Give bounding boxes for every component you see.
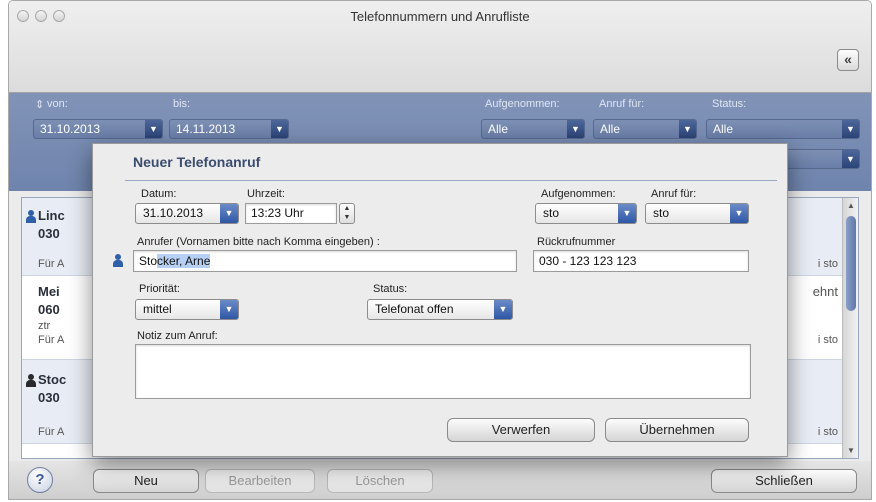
edit-button[interactable]: Bearbeiten (205, 469, 315, 493)
datum-select[interactable]: 31.10.2013 ▼ (135, 203, 239, 224)
delete-button[interactable]: Löschen (327, 469, 433, 493)
call-for: Für A (38, 258, 65, 270)
bottom-toolbar: ? Neu Bearbeiten Löschen Schließen (9, 461, 871, 499)
uhrzeit-field[interactable]: 13:23 Uhr (245, 203, 337, 224)
chevron-down-icon: ▼ (842, 150, 859, 168)
chevron-down-icon: ▼ (842, 120, 859, 138)
scroll-down-icon[interactable]: ▼ (847, 446, 855, 455)
anruf-fuer-filter-select[interactable]: Alle ▼ (593, 119, 697, 139)
call-for: Für A (38, 426, 65, 438)
notiz-textarea[interactable] (135, 344, 751, 399)
scroll-thumb[interactable] (846, 216, 856, 311)
chevron-down-icon: ▼ (220, 300, 238, 319)
person-icon (113, 254, 123, 267)
call-taken-by: i sto (817, 258, 838, 270)
von-label: von: (47, 98, 68, 110)
aufgenommen-select[interactable]: sto ▼ (535, 203, 637, 224)
notiz-label: Notiz zum Anruf: (137, 330, 218, 342)
chevron-down-icon: ▼ (271, 120, 288, 138)
caller-name: Stoc (38, 372, 67, 387)
aufgenommen-filter-label: Aufgenommen: (485, 98, 560, 110)
caller-phone: 030 (38, 390, 60, 405)
status-filter-value: Alle (713, 122, 734, 136)
anruf-fuer-value: sto (653, 206, 670, 220)
prioritaet-value: mittel (143, 302, 172, 316)
aufgenommen-label: Aufgenommen: (541, 188, 616, 200)
von-date-select[interactable]: 31.10.2013 ▼ (33, 119, 163, 139)
status-select[interactable]: Telefonat offen ▼ (367, 299, 513, 320)
aufgenommen-filter-select[interactable]: Alle ▼ (481, 119, 585, 139)
close-button[interactable]: Schließen (711, 469, 857, 493)
person-icon (26, 210, 36, 223)
chevron-down-icon: ▼ (730, 204, 748, 223)
rueckruf-value: 030 - 123 123 123 (539, 254, 637, 268)
uhrzeit-stepper[interactable]: ▲ ▼ (339, 203, 355, 224)
chevron-down-icon: ▼ (220, 204, 238, 223)
chevron-down-icon: ▼ (567, 120, 584, 138)
chevron-down-icon: ▼ (679, 120, 696, 138)
anruf-fuer-filter-value: Alle (600, 122, 621, 136)
caller-name: Mei (38, 284, 60, 299)
title-bar: Telefonnummern und Anrufliste « (9, 1, 871, 93)
status-label: Status: (373, 283, 408, 295)
rueckruf-label: Rückrufnummer (537, 236, 616, 248)
help-button[interactable]: ? (27, 467, 53, 493)
chevron-down-icon: ▼ (494, 300, 512, 319)
datum-value: 31.10.2013 (143, 206, 204, 220)
status-filter-label: Status: (712, 98, 747, 110)
bis-label: bis: (173, 98, 191, 110)
person-icon (26, 374, 36, 387)
new-button[interactable]: Neu (93, 469, 199, 493)
anruf-fuer-select[interactable]: sto ▼ (645, 203, 749, 224)
prioritaet-select[interactable]: mittel ▼ (135, 299, 239, 320)
new-call-dialog: Neuer Telefonanruf Datum: 31.10.2013 ▼ U… (92, 143, 788, 457)
dialog-divider (125, 180, 777, 181)
anruf-fuer-label: Anruf für: (651, 188, 697, 200)
window-title: Telefonnummern und Anrufliste (350, 9, 530, 24)
caller-phone: 060 (38, 302, 60, 317)
call-taken-by: i sto (817, 334, 838, 346)
anrufer-autocomplete-selection: cker, Arne (157, 254, 211, 268)
verwerfen-button[interactable]: Verwerfen (447, 418, 595, 442)
caller-name: Linc (38, 208, 65, 223)
list-scrollbar[interactable]: ▲ ▼ (842, 198, 858, 458)
scroll-up-icon[interactable]: ▲ (847, 201, 855, 210)
status-value: Telefonat offen (375, 302, 454, 316)
uebernehmen-button[interactable]: Übernehmen (605, 418, 749, 442)
caller-phone: 030 (38, 226, 60, 241)
call-status: ehnt (812, 284, 838, 299)
aufgenommen-value: sto (543, 206, 560, 220)
anrufer-input[interactable]: Stocker, Arne (133, 250, 517, 272)
chevron-down-icon: ▼ (618, 204, 636, 223)
call-taken-by: i sto (817, 426, 838, 438)
uhrzeit-value: 13:23 Uhr (251, 206, 304, 220)
rueckruf-input[interactable]: 030 - 123 123 123 (533, 250, 749, 272)
anrufer-typed-text: Sto (139, 254, 158, 268)
bis-date-select[interactable]: 14.11.2013 ▼ (169, 119, 289, 139)
chevron-down-icon: ▼ (145, 120, 162, 138)
bis-date-value: 14.11.2013 (176, 122, 236, 136)
von-date-value: 31.10.2013 (40, 122, 101, 136)
sort-icon[interactable]: ⇕ (35, 98, 44, 111)
aufgenommen-filter-value: Alle (488, 122, 509, 136)
prioritaet-label: Priorität: (139, 283, 180, 295)
datum-label: Datum: (141, 188, 177, 200)
dialog-title: Neuer Telefonanruf (133, 154, 261, 170)
anruf-fuer-filter-label: Anruf für: (599, 98, 645, 110)
call-for: Für A (38, 334, 65, 346)
call-note: ztr (38, 320, 51, 332)
uhrzeit-label: Uhrzeit: (247, 188, 285, 200)
collapse-icon[interactable]: « (837, 49, 859, 71)
anrufer-label: Anrufer (Vornamen bitte nach Komma einge… (137, 236, 380, 248)
status-filter-select[interactable]: Alle ▼ (706, 119, 860, 139)
